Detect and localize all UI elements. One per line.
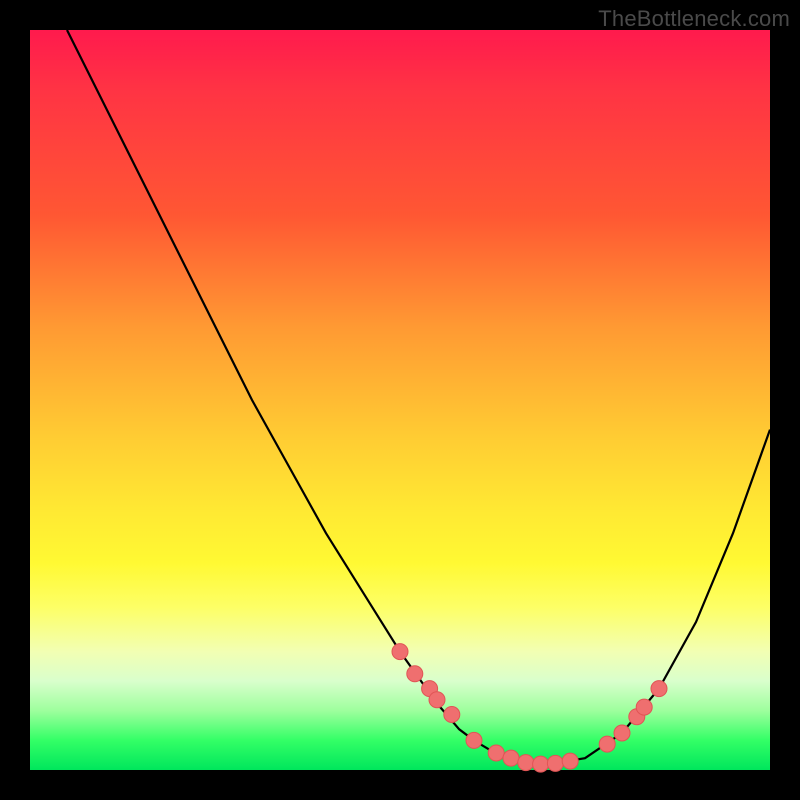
marker-point [488,745,504,761]
marker-point [547,755,563,771]
plot-area [30,30,770,770]
marker-point [651,681,667,697]
marker-point [599,736,615,752]
marker-point [444,707,460,723]
marker-point [518,755,534,771]
curve-svg [30,30,770,770]
marker-point [392,644,408,660]
marker-group [392,644,667,772]
marker-point [614,725,630,741]
marker-point [407,666,423,682]
marker-point [429,692,445,708]
marker-point [636,699,652,715]
marker-point [533,756,549,772]
watermark-text: TheBottleneck.com [598,6,790,32]
chart-frame: TheBottleneck.com [0,0,800,800]
marker-point [503,750,519,766]
marker-point [466,732,482,748]
marker-point [562,753,578,769]
bottleneck-curve [67,30,770,764]
